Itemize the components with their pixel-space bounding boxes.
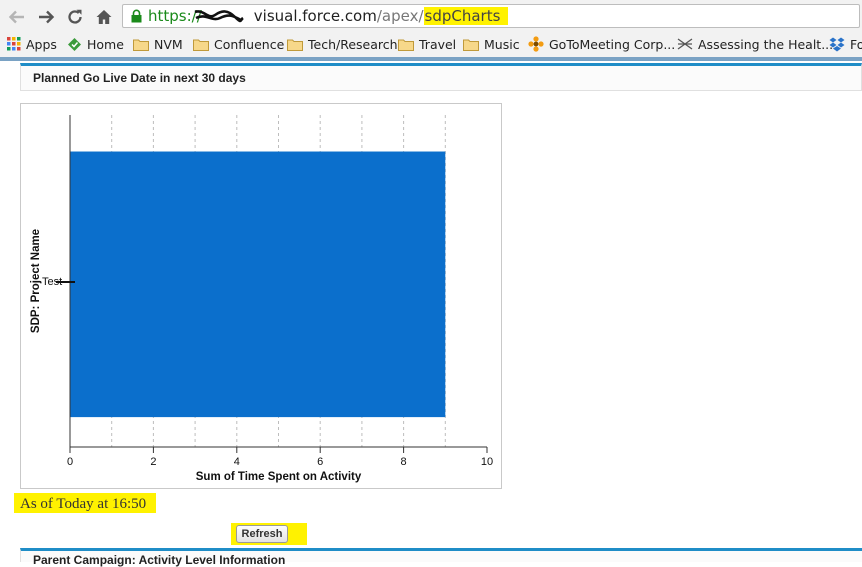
- next-panel-title: Parent Campaign: Activity Level Informat…: [33, 553, 286, 567]
- bookmark-label: Fo: [850, 36, 862, 52]
- bookmark-home[interactable]: Home: [67, 33, 124, 55]
- forward-arrow-icon: [39, 10, 55, 24]
- forward-button[interactable]: [35, 6, 57, 28]
- url-host: visual.force.com: [253, 7, 377, 25]
- bookmark-confluence[interactable]: Confluence: [193, 33, 284, 55]
- home-icon: [96, 10, 112, 24]
- x-tick-label: 4: [234, 456, 240, 468]
- home-button[interactable]: [93, 6, 115, 28]
- folder-icon: [463, 39, 479, 51]
- toolbar-divider: [0, 57, 862, 61]
- home-bookmark-icon: [68, 37, 81, 51]
- bookmark-assessing[interactable]: Assessing the Healt...: [677, 33, 833, 55]
- refresh-button[interactable]: Refresh: [236, 525, 288, 543]
- address-bar[interactable]: https://visual.force.com/apex/sdpCharts: [122, 4, 860, 28]
- bookmark-music[interactable]: Music: [463, 33, 520, 55]
- bar[interactable]: [70, 151, 446, 418]
- bookmark-fo[interactable]: Fo: [829, 33, 862, 55]
- bookmark-nvm[interactable]: NVM: [133, 33, 183, 55]
- x-tick-label: 10: [481, 456, 493, 468]
- site-icon: [677, 38, 693, 50]
- folder-icon: [193, 39, 209, 51]
- folder-icon: [287, 39, 303, 51]
- x-tick-label: 0: [67, 456, 73, 468]
- bookmark-label: GoToMeeting Corp...: [549, 36, 676, 52]
- panel-header: Planned Go Live Date in next 30 days: [20, 63, 862, 91]
- bookmark-travel[interactable]: Travel: [398, 33, 456, 55]
- as-of-timestamp: As of Today at 16:50: [14, 493, 157, 513]
- bookmark-label: Travel: [419, 36, 457, 52]
- bookmark-label: NVM: [154, 36, 183, 52]
- x-tick-label: 6: [317, 456, 323, 468]
- bookmarks-bar: Apps Home NVM Confluence Tech/Research T…: [0, 33, 862, 55]
- redaction-scribble: [194, 10, 244, 23]
- bookmark-label: Tech/Research: [308, 36, 398, 52]
- chart-container: Test 0 2 4 6 8 10 Sum of Time Spent on Activit…: [20, 103, 502, 489]
- folder-icon: [133, 39, 149, 51]
- reload-icon: [68, 9, 82, 24]
- lock-icon: [131, 9, 142, 23]
- bookmark-apps[interactable]: Apps: [7, 33, 57, 55]
- back-button[interactable]: [6, 6, 28, 28]
- bookmark-label: Home: [87, 36, 124, 52]
- bookmark-gotomeeting[interactable]: GoToMeeting Corp...: [528, 33, 675, 55]
- bar-chart: Test0 2 4 6 8 10 Sum of Time Spent on Activit…: [30, 115, 493, 483]
- url-path: /apex/: [376, 7, 424, 25]
- refresh-highlight: Refresh: [231, 523, 307, 545]
- folder-icon: [398, 39, 414, 51]
- x-axis-title: Sum of Time Spent on Activity: [196, 471, 362, 483]
- apps-grid-icon: [7, 37, 21, 51]
- bookmark-label: Apps: [26, 36, 57, 52]
- x-tick-label: 8: [401, 456, 407, 468]
- bookmark-label: Assessing the Healt...: [698, 36, 834, 52]
- dropbox-icon: [829, 37, 845, 51]
- y-axis-title: SDP: Project Name: [30, 229, 42, 333]
- panel-title: Planned Go Live Date in next 30 days: [33, 71, 246, 85]
- url-page: sdpCharts: [423, 7, 509, 25]
- reload-button[interactable]: [64, 6, 86, 28]
- back-arrow-icon: [8, 10, 24, 24]
- bar-layer: [70, 151, 446, 418]
- bookmark-label: Music: [484, 36, 520, 52]
- gotomeeting-icon: [528, 36, 544, 52]
- bookmark-label: Confluence: [214, 36, 285, 52]
- bookmark-tech-research[interactable]: Tech/Research: [287, 33, 398, 55]
- x-tick-label: 2: [150, 456, 156, 468]
- browser-chrome: https://visual.force.com/apex/sdpCharts …: [0, 0, 862, 61]
